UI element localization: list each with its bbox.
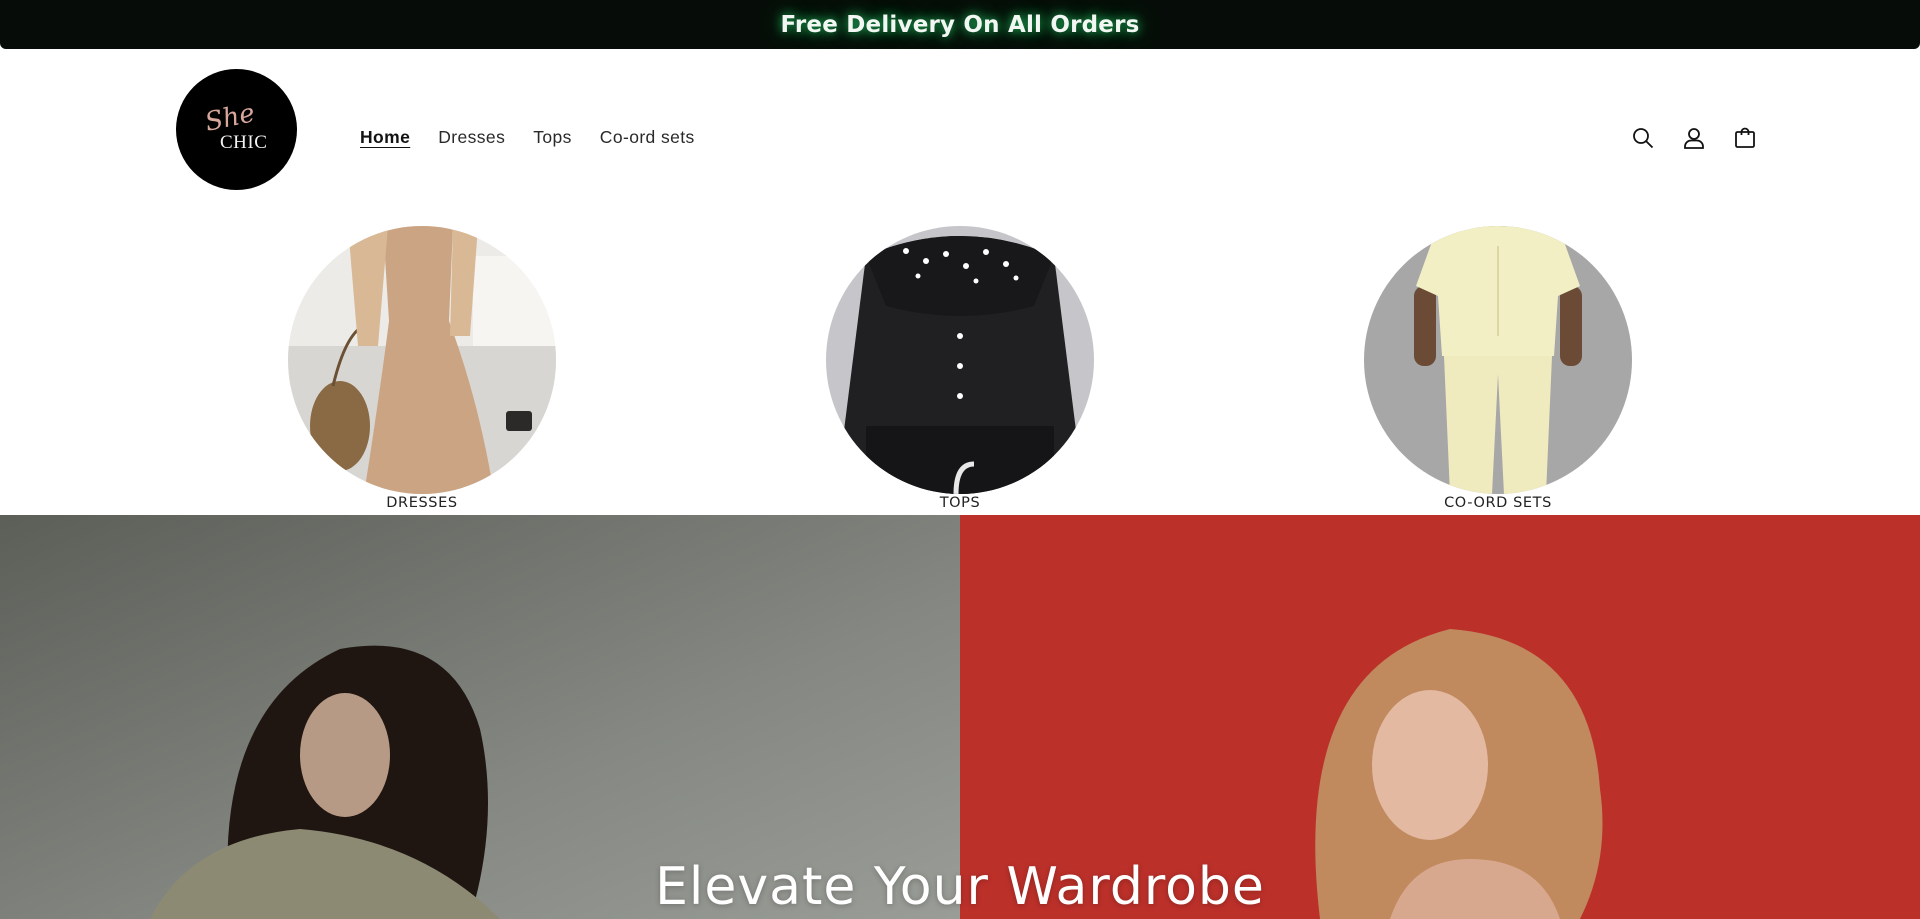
category-image-dresses [288,226,556,494]
account-icon [1684,128,1704,149]
category-image-tops [826,226,1094,494]
category-co-ord-sets[interactable]: CO-ORD SETS [1364,226,1632,511]
announcement-bar: Free Delivery On All Orders [0,0,1920,49]
nav-link-co-ord-sets[interactable]: Co-ord sets [600,127,695,148]
category-label-tops: TOPS [939,495,981,511]
announcement-text: Free Delivery On All Orders [780,11,1140,38]
category-image-co-ord-sets [1364,226,1632,494]
category-label-dresses: DRESSES [386,495,458,511]
search-button[interactable] [1628,123,1658,153]
header-icons [1628,123,1760,153]
hero-title: Elevate Your Wardrobe [655,857,1265,917]
logo-brand-text: CHIC [220,132,268,153]
hero-banner: Elevate Your Wardrobe [0,515,1920,919]
cart-button[interactable] [1730,123,1760,153]
category-circles: DRESSES TOPS CO-ORD SETS [0,224,1920,515]
site-header: She CHIC Home Dresses Tops Co-ord sets [0,49,1920,224]
category-dresses[interactable]: DRESSES [288,226,556,511]
category-label-co-ord-sets: CO-ORD SETS [1444,495,1552,511]
site-logo[interactable]: She CHIC [176,69,297,190]
cart-icon [1735,127,1755,148]
nav-link-dresses[interactable]: Dresses [438,127,505,148]
account-button[interactable] [1679,123,1709,153]
nav-link-tops[interactable]: Tops [533,127,572,148]
main-nav: Home Dresses Tops Co-ord sets [360,127,695,148]
category-tops[interactable]: TOPS [826,226,1094,511]
search-icon [1633,128,1654,149]
nav-link-home[interactable]: Home [360,127,410,148]
